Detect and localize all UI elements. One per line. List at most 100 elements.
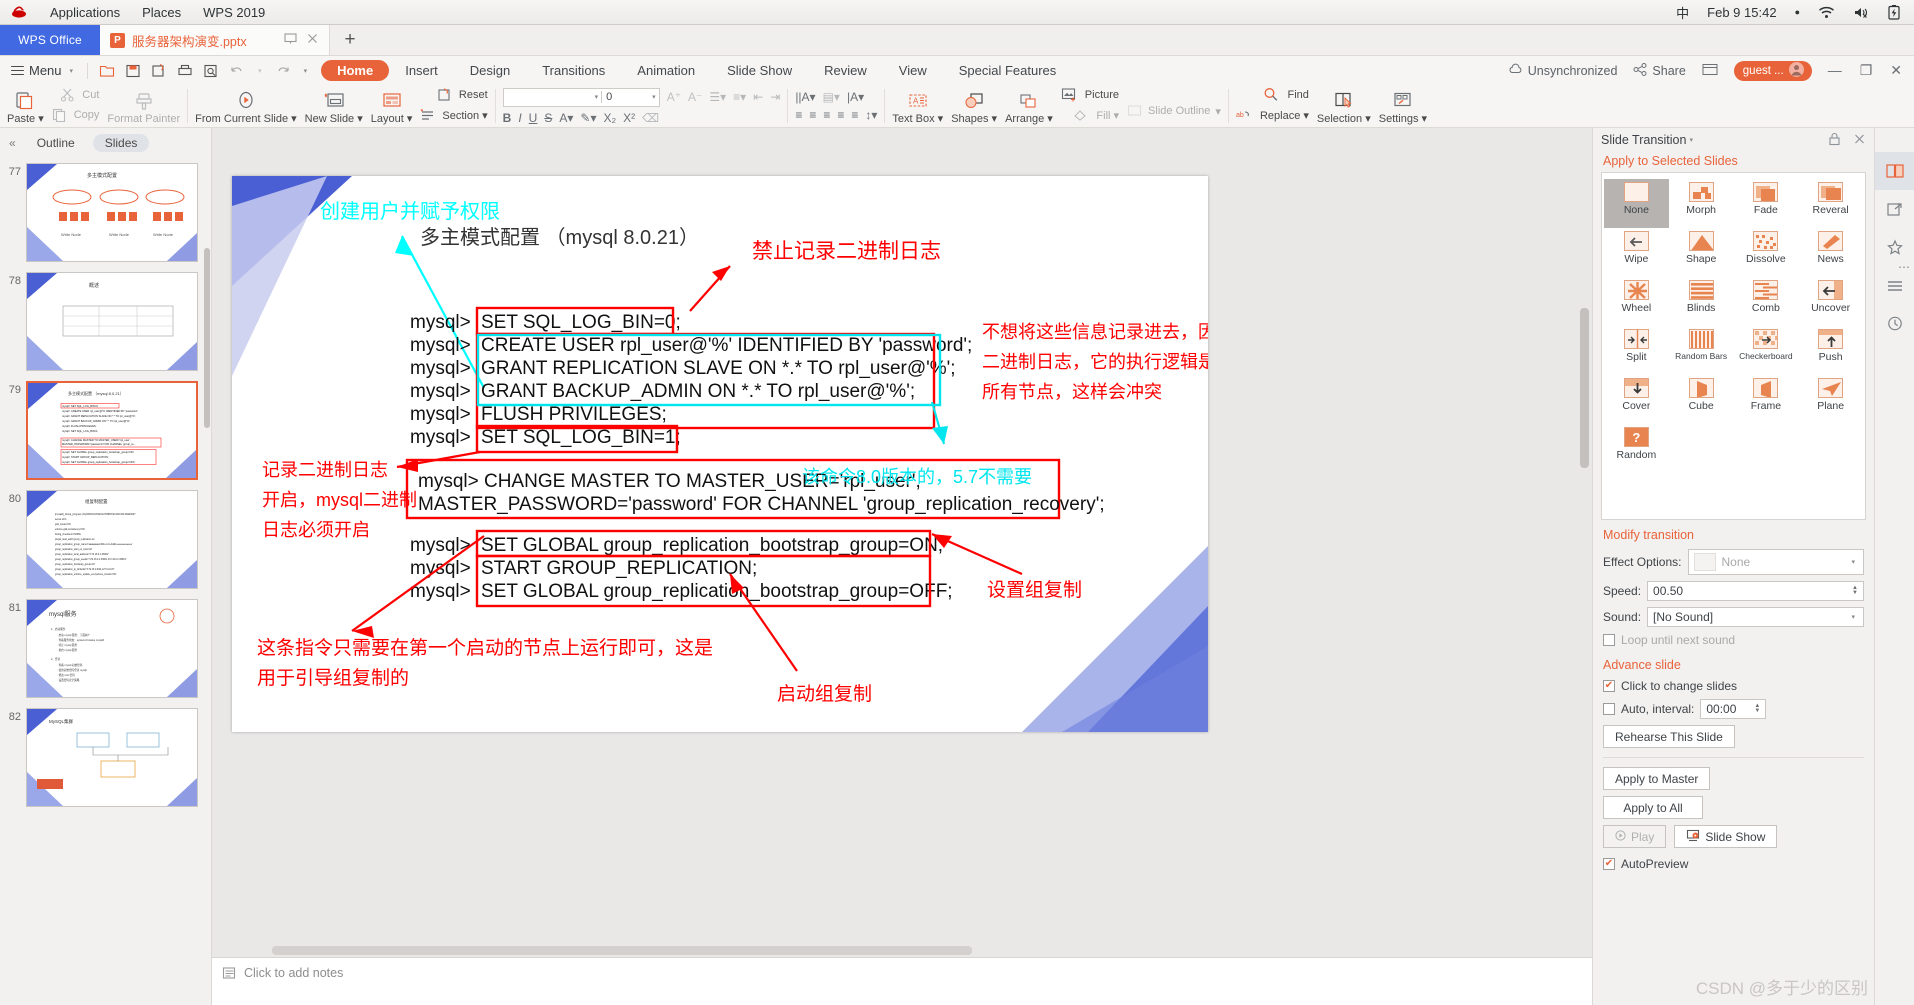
layout-button[interactable]: Layout ▾ <box>371 91 412 127</box>
tab-transitions[interactable]: Transitions <box>526 60 621 81</box>
wifi-icon[interactable] <box>1818 6 1835 19</box>
highlight-icon[interactable]: ✎▾ <box>580 111 596 125</box>
click-advance-row[interactable]: ✔ Click to change slides <box>1593 676 1874 696</box>
tab-view[interactable]: View <box>883 60 943 81</box>
auto-interval-input[interactable]: 00:00 ▲ ▼ <box>1700 699 1767 719</box>
bullets-icon[interactable]: ☰▾ <box>709 90 726 104</box>
settings-button[interactable]: Settings ▾ <box>1379 91 1427 127</box>
account-chip[interactable]: guest ... <box>1733 60 1812 81</box>
format-painter-button[interactable]: Format Painter <box>107 92 180 127</box>
effect-fade[interactable]: Fade <box>1734 179 1799 228</box>
sync-status[interactable]: Unsynchronized <box>1508 63 1617 78</box>
slide-thumbnail-selected[interactable]: 多主模式配置 （mysql 8.0.21） mysql> SET SQL_LOG… <box>26 381 198 480</box>
print-icon[interactable] <box>177 63 193 79</box>
open-icon[interactable] <box>99 63 115 79</box>
close-tab-icon[interactable] <box>306 32 319 48</box>
input-method-indicator[interactable]: 中 <box>1676 3 1689 22</box>
slide-thumbnail[interactable]: 概述 <box>26 272 198 371</box>
shapes-button[interactable]: Shapes ▾ <box>951 92 997 127</box>
history-icon[interactable] <box>1875 304 1914 342</box>
effect-random[interactable]: ? Random <box>1604 424 1669 473</box>
columns-icon[interactable]: |A▾ <box>847 90 864 104</box>
section-button[interactable]: Section ▾ <box>420 108 488 124</box>
effect-none[interactable]: None <box>1604 179 1669 228</box>
canvas-vertical-scrollbar[interactable] <box>1580 128 1589 957</box>
effect-random-bars[interactable]: Random Bars <box>1669 326 1734 375</box>
effect-shape[interactable]: Shape <box>1669 228 1734 277</box>
wps-office-brand-button[interactable]: WPS Office <box>0 25 100 55</box>
numbering-icon[interactable]: ≡▾ <box>733 90 746 104</box>
effect-cube[interactable]: Cube <box>1669 375 1734 424</box>
rail-collapse-icon[interactable]: ⋯ <box>1898 260 1910 274</box>
effect-checkerboard[interactable]: Checkerboard <box>1734 326 1799 375</box>
auto-interval-checkbox[interactable] <box>1603 703 1615 715</box>
effect-frame[interactable]: Frame <box>1734 375 1799 424</box>
tab-home[interactable]: Home <box>321 60 390 81</box>
speed-input[interactable]: 00.50 ▲ ▼ <box>1647 581 1864 601</box>
effect-dissolve[interactable]: Dissolve <box>1734 228 1799 277</box>
replace-button[interactable]: ab Replace ▾ <box>1236 108 1309 125</box>
volume-muted-icon[interactable] <box>1853 6 1870 19</box>
clock[interactable]: Feb 9 15:42 <box>1707 5 1776 20</box>
save-as-icon[interactable] <box>151 63 167 79</box>
increase-font-size-icon[interactable]: A⁺ <box>667 90 681 104</box>
paste-button[interactable]: Paste ▾ <box>7 91 44 127</box>
tab-insert[interactable]: Insert <box>389 60 454 81</box>
app-name-label[interactable]: WPS 2019 <box>203 5 265 20</box>
print-preview-icon[interactable] <box>203 63 219 79</box>
effect-wipe[interactable]: Wipe <box>1604 228 1669 277</box>
cut-button[interactable]: Cut <box>52 88 99 104</box>
align-right-icon[interactable]: ≡ <box>823 108 830 122</box>
transition-effects-grid[interactable]: None Morph Fade Reveral Wipe Shape Disso… <box>1601 172 1866 520</box>
tab-slides[interactable]: Slides <box>92 134 150 152</box>
effect-blinds[interactable]: Blinds <box>1669 277 1734 326</box>
save-icon[interactable] <box>125 63 141 79</box>
apply-to-master-button[interactable]: Apply to Master <box>1603 767 1711 790</box>
undo-dropdown-icon[interactable]: ▾ <box>255 67 265 75</box>
slide-thumbnail[interactable]: mysql服务 1、启动服务 · 启动 mysql 服务：下面两个 · 查看服务… <box>26 599 198 698</box>
notes-pane[interactable]: Click to add notes <box>212 957 1592 1005</box>
selection-button[interactable]: Selection ▾ <box>1317 91 1371 127</box>
effect-split[interactable]: Split <box>1604 326 1669 375</box>
arrange-button[interactable]: Arrange ▾ <box>1005 92 1053 127</box>
close-window-button[interactable]: ✕ <box>1890 62 1902 79</box>
slide-thumbnail[interactable]: 多主模式配置 Write Node Write Node Write Node <box>26 163 198 262</box>
distribute-icon[interactable]: ≡ <box>851 108 858 122</box>
slide-thumbnail[interactable]: 组复制配置 [mysqld]_Group_progress (%y%M%L%O%… <box>26 490 198 589</box>
spinner-icon[interactable]: ▲ ▼ <box>1750 703 1760 715</box>
from-current-slide-button[interactable]: From Current Slide ▾ <box>195 91 297 127</box>
play-button[interactable]: Play <box>1603 825 1667 848</box>
slide-thumbnail[interactable]: MySQL集群 <box>26 708 198 807</box>
superscript-icon[interactable]: X² <box>623 111 635 125</box>
tab-review[interactable]: Review <box>808 60 883 81</box>
effect-push[interactable]: Push <box>1798 326 1863 375</box>
click-to-change-checkbox[interactable]: ✔ <box>1603 680 1615 692</box>
present-tab-icon[interactable] <box>284 32 297 48</box>
effect-cover[interactable]: Cover <box>1604 375 1669 424</box>
collapse-pane-icon[interactable]: « <box>6 136 19 150</box>
effect-reveral[interactable]: Reveral <box>1798 179 1863 228</box>
slide-outline-button[interactable]: Slide Outline ▾ <box>1127 92 1221 120</box>
align-text-icon[interactable]: ▤▾ <box>823 90 840 104</box>
export-icon[interactable] <box>1875 190 1914 228</box>
text-direction-icon[interactable]: ||A▾ <box>795 90 815 104</box>
main-menu-button[interactable]: Menu ▾ <box>0 63 87 78</box>
rehearse-this-slide-button[interactable]: Rehearse This Slide <box>1603 725 1735 748</box>
list-item[interactable]: 81 mysql服务 1、启动服务 · 启动 mysql 服务：下面两个 · 查… <box>0 594 211 703</box>
decrease-indent-icon[interactable]: ⇤ <box>753 90 763 104</box>
close-icon[interactable] <box>1853 132 1866 149</box>
new-slide-button[interactable]: New Slide ▾ <box>305 91 363 127</box>
effect-morph[interactable]: Morph <box>1669 179 1734 228</box>
battery-charging-icon[interactable] <box>1888 4 1900 20</box>
list-item[interactable]: 77 多主模式配置 Write Node Write Node Write No… <box>0 158 211 267</box>
copy-button[interactable]: Copy <box>52 108 99 124</box>
list-item[interactable]: 79 多主模式配置 （mysql 8.0.21） mysql> SET SQL_… <box>0 376 211 485</box>
autopreview-row[interactable]: ✔ AutoPreview <box>1593 851 1874 874</box>
list-item[interactable]: 78 概述 <box>0 267 211 376</box>
list-item[interactable]: 80 组复制配置 [mysqld]_Group_progress (%y%M%L… <box>0 485 211 594</box>
effect-plane[interactable]: Plane <box>1798 375 1863 424</box>
bold-icon[interactable]: B <box>503 111 512 125</box>
line-spacing-icon[interactable]: ↕▾ <box>865 108 877 122</box>
font-family-select[interactable]: ▾ 0 ▾ <box>502 87 660 107</box>
redo-icon[interactable] <box>275 63 291 79</box>
